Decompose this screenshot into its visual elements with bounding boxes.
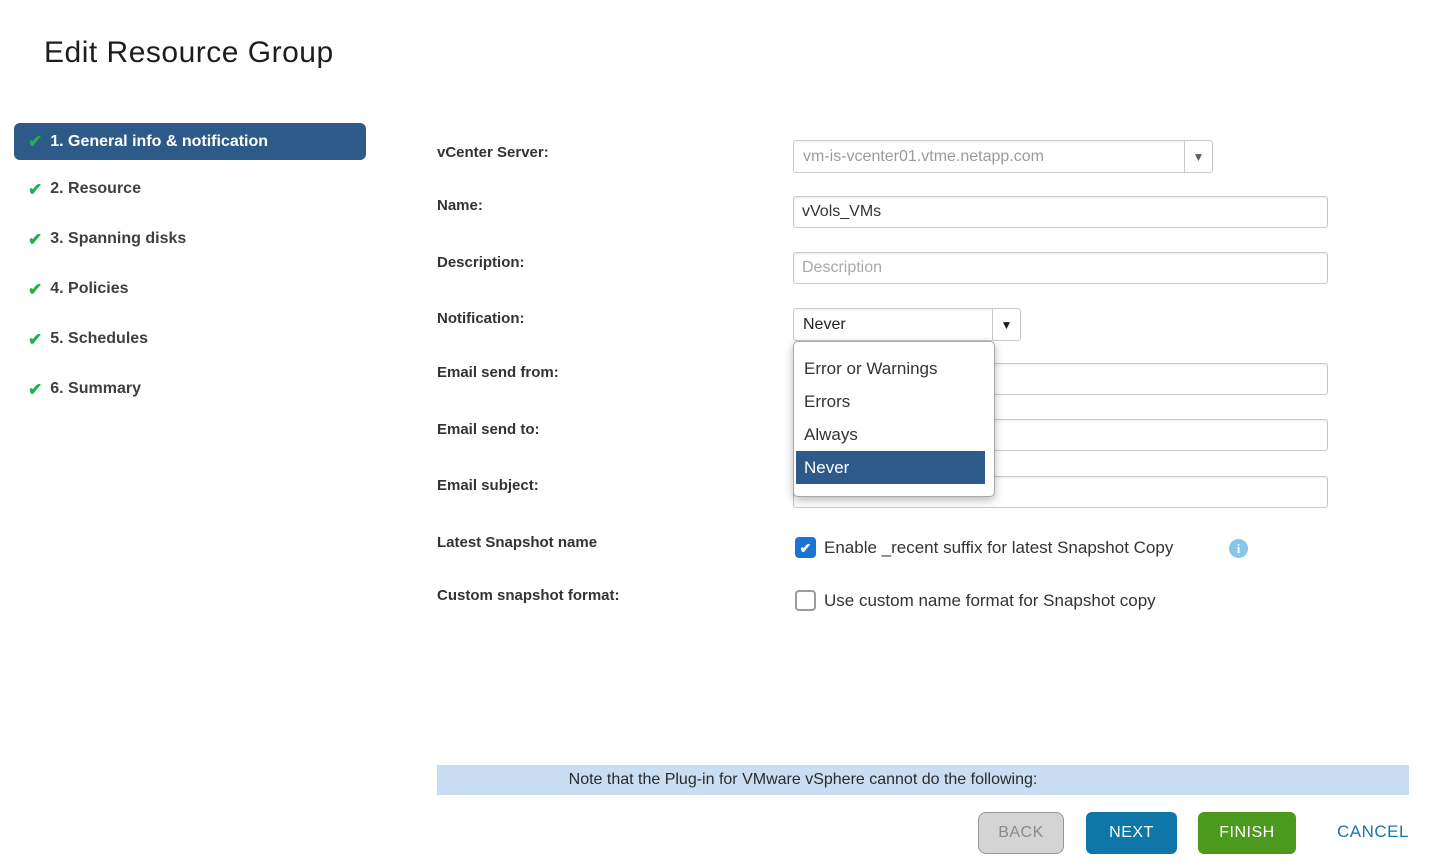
notification-option[interactable]: Never [796, 451, 985, 484]
vcenter-server-value: vm-is-vcenter01.vtme.netapp.com [794, 141, 1184, 172]
custom-format-label: Custom snapshot format: [437, 587, 620, 604]
step-label: 6. Summary [50, 380, 141, 398]
edit-resource-group-dialog: Edit Resource Group ✔ 1. General info & … [0, 0, 1430, 866]
latest-snapshot-checkbox-label: Enable _recent suffix for latest Snapsho… [824, 538, 1173, 558]
step-resource[interactable]: ✔ 2. Resource [14, 180, 141, 198]
step-policies[interactable]: ✔ 4. Policies [14, 280, 129, 298]
latest-snapshot-checkbox[interactable]: ✔ [795, 537, 816, 558]
email-to-label: Email send to: [437, 421, 540, 438]
name-input[interactable] [793, 196, 1328, 228]
finish-button[interactable]: FINISH [1198, 812, 1296, 854]
check-icon: ✔ [28, 181, 42, 198]
notification-label: Notification: [437, 310, 525, 327]
email-from-label: Email send from: [437, 364, 559, 381]
back-button[interactable]: BACK [978, 812, 1064, 854]
custom-format-checkbox[interactable]: ✔ [795, 590, 816, 611]
notification-dropdown-menu: Error or Warnings Errors Always Never [793, 341, 995, 497]
custom-format-checkbox-label: Use custom name format for Snapshot copy [824, 591, 1156, 611]
check-icon: ✔ [28, 381, 42, 398]
step-spanning-disks[interactable]: ✔ 3. Spanning disks [14, 230, 186, 248]
name-label: Name: [437, 197, 483, 214]
chevron-down-icon[interactable]: ▼ [1184, 141, 1212, 172]
step-general-info[interactable]: ✔ 1. General info & notification [14, 123, 366, 160]
latest-snapshot-label: Latest Snapshot name [437, 534, 597, 551]
chevron-down-icon[interactable]: ▼ [992, 309, 1020, 340]
notification-option[interactable]: Error or Warnings [796, 352, 985, 385]
page-title: Edit Resource Group [44, 36, 334, 70]
vcenter-server-label: vCenter Server: [437, 144, 549, 161]
check-icon: ✔ [28, 331, 42, 348]
notification-value: Never [794, 309, 992, 340]
step-label: 4. Policies [50, 280, 128, 298]
step-label: 3. Spanning disks [50, 230, 186, 248]
note-text: Note that the Plug-in for VMware vSphere… [437, 771, 1409, 789]
email-subject-label: Email subject: [437, 477, 539, 494]
next-button[interactable]: NEXT [1086, 812, 1177, 854]
step-label: 1. General info & notification [50, 133, 268, 151]
check-icon: ✔ [28, 231, 42, 248]
check-icon: ✔ [28, 133, 42, 150]
description-label: Description: [437, 254, 525, 271]
step-label: 5. Schedules [50, 330, 148, 348]
notification-option[interactable]: Always [796, 418, 985, 451]
check-icon: ✔ [800, 541, 812, 555]
vcenter-server-select[interactable]: vm-is-vcenter01.vtme.netapp.com ▼ [793, 140, 1213, 173]
note-banner: Note that the Plug-in for VMware vSphere… [437, 765, 1409, 795]
step-label: 2. Resource [50, 180, 141, 198]
step-summary[interactable]: ✔ 6. Summary [14, 380, 141, 398]
step-schedules[interactable]: ✔ 5. Schedules [14, 330, 148, 348]
notification-option[interactable]: Errors [796, 385, 985, 418]
check-icon: ✔ [28, 281, 42, 298]
info-icon[interactable]: i [1229, 539, 1248, 558]
description-input[interactable] [793, 252, 1328, 284]
notification-select[interactable]: Never ▼ [793, 308, 1021, 341]
cancel-button[interactable]: CANCEL [1337, 822, 1409, 842]
